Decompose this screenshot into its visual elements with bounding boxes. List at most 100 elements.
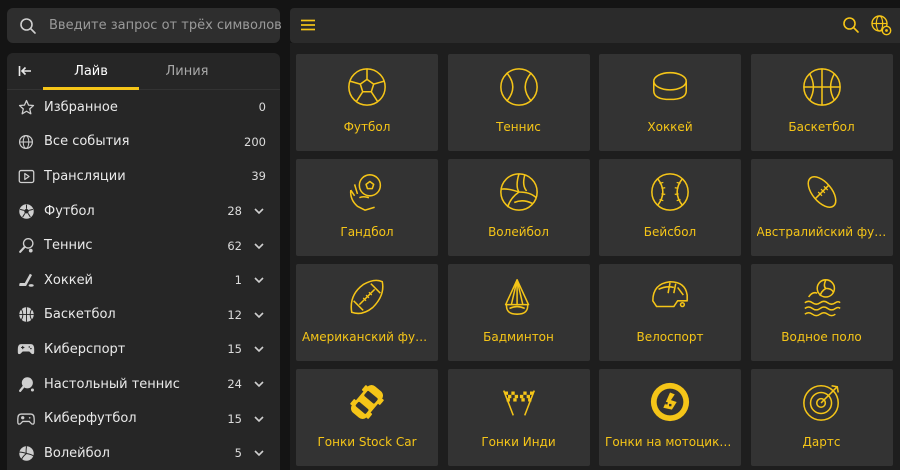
soccer-ball-icon bbox=[348, 68, 386, 106]
tennis-ball-icon bbox=[499, 68, 538, 106]
sport-card-label: Футбол bbox=[343, 120, 391, 134]
soccer-ball-icon bbox=[17, 202, 35, 220]
hockey-stick-icon bbox=[17, 271, 35, 289]
search-input[interactable]: Введите запрос от трёх символов bbox=[49, 18, 282, 33]
menu-item-count: 15 bbox=[227, 342, 242, 357]
sport-card-american-football[interactable]: Американский футбол bbox=[296, 264, 438, 361]
menu-item-label: Киберфутбол bbox=[44, 411, 137, 427]
menu-item-basketball[interactable]: Баскетбол 12 bbox=[7, 298, 280, 333]
sport-card-handball[interactable]: Гандбол bbox=[296, 159, 438, 256]
chevron-down-icon[interactable] bbox=[252, 239, 266, 253]
sport-card-aussie-football[interactable]: Австралийский футбол bbox=[750, 159, 893, 256]
sport-menu: Избранное 0 Все события 200 Трансляции 3… bbox=[7, 90, 280, 470]
handball-icon bbox=[349, 174, 382, 211]
menu-item-label: Избранное bbox=[44, 99, 118, 115]
chevron-down-icon[interactable] bbox=[252, 446, 266, 460]
chevron-down-icon[interactable] bbox=[252, 412, 266, 426]
menu-item-broadcasts[interactable]: Трансляции 39 bbox=[7, 159, 280, 194]
sport-card-stock-car[interactable]: Гонки Stock Car bbox=[296, 369, 438, 466]
menu-item-all-events[interactable]: Все события 200 bbox=[7, 125, 280, 160]
chevron-down-icon[interactable] bbox=[252, 273, 266, 287]
motorcycle-racing-icon bbox=[650, 382, 690, 422]
sport-card-cycling[interactable]: Велоспорт bbox=[599, 264, 741, 361]
menu-burger-icon[interactable] bbox=[300, 17, 316, 33]
search-box[interactable]: Введите запрос от трёх символов bbox=[7, 8, 282, 43]
stock-car-icon bbox=[350, 385, 384, 419]
chevron-down-icon[interactable] bbox=[252, 377, 266, 391]
chevron-down-icon[interactable] bbox=[252, 204, 266, 218]
sport-card-label: Баскетбол bbox=[788, 120, 855, 134]
menu-item-label: Киберспорт bbox=[44, 341, 126, 357]
sport-card-label: Американский футбол bbox=[302, 330, 432, 344]
menu-item-tennis[interactable]: Теннис 62 bbox=[7, 228, 280, 263]
sport-card-hockey[interactable]: Хоккей bbox=[599, 54, 741, 151]
sport-card-label: Теннис bbox=[496, 120, 541, 134]
sport-card-baseball[interactable]: Бейсбол bbox=[599, 159, 741, 256]
menu-item-label: Футбол bbox=[44, 203, 95, 219]
sport-card-tennis[interactable]: Теннис bbox=[447, 54, 590, 151]
ping-pong-icon bbox=[17, 375, 35, 393]
sport-card-indy[interactable]: Гонки Инди bbox=[447, 369, 590, 466]
dart-target-icon bbox=[802, 385, 839, 421]
checkered-flags-icon bbox=[502, 390, 535, 416]
tennis-racket-icon bbox=[17, 237, 35, 255]
menu-item-count: 1 bbox=[234, 273, 242, 288]
sport-card-water-polo[interactable]: Водное поло bbox=[750, 264, 893, 361]
sport-card-moto-racing[interactable]: Гонки на мотоциклах bbox=[599, 369, 741, 466]
sport-card-label: Бадминтон bbox=[483, 330, 554, 344]
menu-item-count: 28 bbox=[227, 204, 242, 219]
aussie-football-icon bbox=[806, 176, 837, 208]
menu-item-favorites[interactable]: Избранное 0 bbox=[7, 90, 280, 125]
menu-item-count: 39 bbox=[251, 169, 266, 184]
menu-item-table-tennis[interactable]: Настольный теннис 24 bbox=[7, 367, 280, 402]
sports-grid-panel: Футбол Теннис Хоккей Баскетбол Гандбол В… bbox=[290, 43, 900, 470]
sport-card-basketball[interactable]: Баскетбол bbox=[750, 54, 893, 151]
chevron-down-icon[interactable] bbox=[252, 308, 266, 322]
gamepad-icon bbox=[17, 340, 35, 358]
american-football-icon bbox=[350, 279, 384, 315]
sport-card-label: Гонки Stock Car bbox=[317, 435, 417, 449]
sports-grid: Футбол Теннис Хоккей Баскетбол Гандбол В… bbox=[296, 54, 893, 466]
menu-item-label: Хоккей bbox=[44, 272, 94, 288]
menu-item-esports[interactable]: Киберспорт 15 bbox=[7, 332, 280, 367]
water-polo-icon bbox=[803, 279, 841, 317]
language-settings-icon[interactable] bbox=[870, 14, 892, 36]
menu-item-hockey[interactable]: Хоккей 1 bbox=[7, 263, 280, 298]
chevron-down-icon[interactable] bbox=[252, 342, 266, 356]
sport-card-label: Австралийский футбол bbox=[756, 225, 887, 239]
menu-item-label: Все события bbox=[44, 134, 130, 150]
gamepad-ball-icon bbox=[17, 410, 35, 428]
sidebar: Лайв Линия Избранное 0 Все события 200 Т… bbox=[7, 53, 280, 470]
sport-card-label: Водное поло bbox=[781, 330, 862, 344]
tab-line[interactable]: Линия bbox=[139, 53, 235, 89]
sidebar-tabs: Лайв Линия bbox=[7, 53, 280, 90]
menu-item-count: 5 bbox=[234, 446, 242, 461]
menu-item-count: 200 bbox=[244, 134, 266, 149]
sport-card-label: Волейбол bbox=[488, 225, 549, 239]
sport-card-darts[interactable]: Дартс bbox=[750, 369, 893, 466]
sport-card-football[interactable]: Футбол bbox=[296, 54, 438, 151]
shuttlecock-icon bbox=[504, 279, 529, 315]
sport-card-label: Велоспорт bbox=[636, 330, 704, 344]
sport-card-label: Гонки на мотоциклах bbox=[605, 435, 735, 449]
menu-item-label: Трансляции bbox=[44, 168, 126, 184]
sport-card-label: Гандбол bbox=[340, 225, 394, 239]
hockey-puck-icon bbox=[653, 71, 687, 101]
sport-card-volleyball[interactable]: Волейбол bbox=[447, 159, 590, 256]
menu-item-label: Теннис bbox=[44, 238, 93, 254]
collapse-sidebar-icon[interactable] bbox=[7, 53, 43, 89]
menu-item-cyber-football[interactable]: Киберфутбол 15 bbox=[7, 401, 280, 436]
sport-card-badminton[interactable]: Бадминтон bbox=[447, 264, 590, 361]
search-icon[interactable] bbox=[842, 16, 860, 34]
globe-icon bbox=[17, 133, 35, 151]
menu-item-volleyball[interactable]: Волейбол 5 bbox=[7, 436, 280, 470]
menu-item-label: Волейбол bbox=[44, 445, 110, 461]
basketball-icon bbox=[802, 68, 841, 106]
tab-live[interactable]: Лайв bbox=[43, 53, 139, 90]
star-icon bbox=[17, 98, 35, 116]
play-icon bbox=[17, 167, 35, 185]
menu-item-football[interactable]: Футбол 28 bbox=[7, 194, 280, 229]
baseball-icon bbox=[651, 173, 689, 211]
volleyball-icon bbox=[499, 173, 538, 211]
search-icon bbox=[19, 17, 37, 35]
